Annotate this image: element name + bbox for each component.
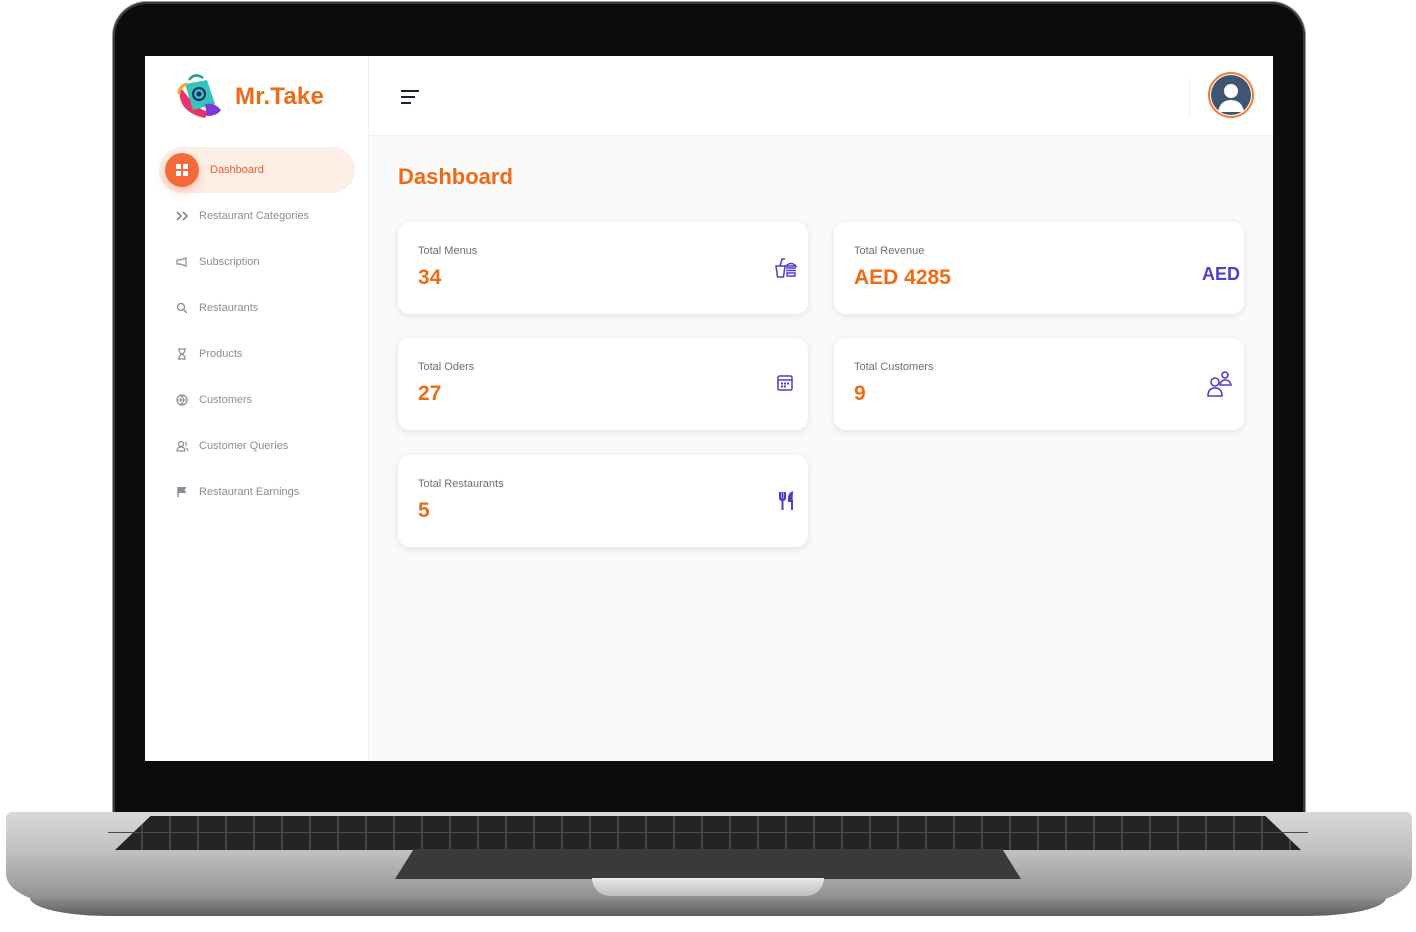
card-label: Total Oders bbox=[418, 361, 475, 373]
food-drink-icon bbox=[775, 258, 798, 278]
card-label: Total Menus bbox=[418, 245, 478, 257]
user-avatar-icon bbox=[1211, 75, 1251, 115]
stat-card-total-menus[interactable]: Total Menus 34 bbox=[398, 222, 808, 314]
sidebar-item-label: Customers bbox=[199, 394, 253, 406]
card-label: Total Revenue bbox=[854, 245, 925, 257]
card-value: 27 bbox=[418, 382, 442, 405]
page-title: Dashboard bbox=[398, 164, 513, 189]
card-value: AED 4285 bbox=[854, 266, 951, 289]
users-icon bbox=[175, 439, 189, 453]
sidebar-item-products[interactable]: Products bbox=[159, 331, 355, 377]
sidebar: Mr.Take Dashboard Restaurant Categories … bbox=[145, 56, 369, 761]
brand-name: Mr.Take bbox=[235, 83, 324, 110]
megaphone-icon bbox=[175, 255, 189, 269]
user-avatar[interactable] bbox=[1208, 72, 1254, 118]
sidebar-item-label: Dashboard bbox=[210, 164, 264, 176]
card-value: 34 bbox=[418, 266, 442, 289]
laptop-keyboard bbox=[115, 816, 1301, 850]
card-label: Total Customers bbox=[854, 361, 934, 373]
card-value: 5 bbox=[418, 499, 430, 522]
search-icon bbox=[175, 301, 189, 315]
laptop-trackpad bbox=[395, 849, 1021, 879]
sidebar-item-dashboard[interactable]: Dashboard bbox=[159, 147, 355, 193]
brand-logo-icon bbox=[177, 74, 221, 118]
sidebar-item-customers[interactable]: Customers bbox=[159, 377, 355, 423]
globe-icon bbox=[175, 393, 189, 407]
stat-card-total-revenue[interactable]: Total Revenue AED 4285 AED bbox=[834, 222, 1244, 314]
stat-card-total-customers[interactable]: Total Customers 9 bbox=[834, 338, 1244, 430]
hourglass-icon bbox=[175, 347, 189, 361]
sidebar-item-label: Customer Queries bbox=[199, 440, 289, 452]
cutlery-icon bbox=[779, 491, 794, 510]
sidebar-item-label: Products bbox=[199, 348, 243, 360]
sidebar-item-label: Subscription bbox=[199, 256, 260, 268]
hamburger-menu-icon[interactable] bbox=[401, 90, 419, 104]
currency-label: AED bbox=[1201, 264, 1240, 284]
brand[interactable]: Mr.Take bbox=[175, 74, 324, 120]
stat-card-total-restaurants[interactable]: Total Restaurants 5 bbox=[398, 455, 808, 547]
sidebar-item-label: Restaurant Categories bbox=[199, 210, 310, 222]
calendar-icon bbox=[777, 375, 793, 391]
double-chevron-right-icon bbox=[175, 209, 189, 223]
sidebar-item-customer-queries[interactable]: Customer Queries bbox=[159, 423, 355, 469]
sidebar-item-restaurant-earnings[interactable]: Restaurant Earnings bbox=[159, 469, 355, 515]
card-label: Total Restaurants bbox=[418, 478, 504, 490]
card-value: 9 bbox=[854, 382, 866, 405]
sidebar-item-subscription[interactable]: Subscription bbox=[159, 239, 355, 285]
sidebar-item-label: Restaurant Earnings bbox=[199, 486, 300, 498]
top-bar bbox=[369, 56, 1273, 136]
stat-card-total-orders[interactable]: Total Oders 27 bbox=[398, 338, 808, 430]
app-screen: Mr.Take Dashboard Restaurant Categories … bbox=[145, 56, 1273, 761]
sidebar-item-label: Restaurants bbox=[199, 302, 259, 314]
grid-icon bbox=[165, 153, 199, 187]
sidebar-item-restaurant-categories[interactable]: Restaurant Categories bbox=[159, 193, 355, 239]
customers-icon bbox=[1207, 371, 1232, 397]
sidebar-nav: Dashboard Restaurant Categories Subscrip… bbox=[159, 147, 355, 515]
flag-icon bbox=[175, 485, 189, 499]
sidebar-item-restaurants[interactable]: Restaurants bbox=[159, 285, 355, 331]
laptop-notch bbox=[592, 878, 824, 896]
